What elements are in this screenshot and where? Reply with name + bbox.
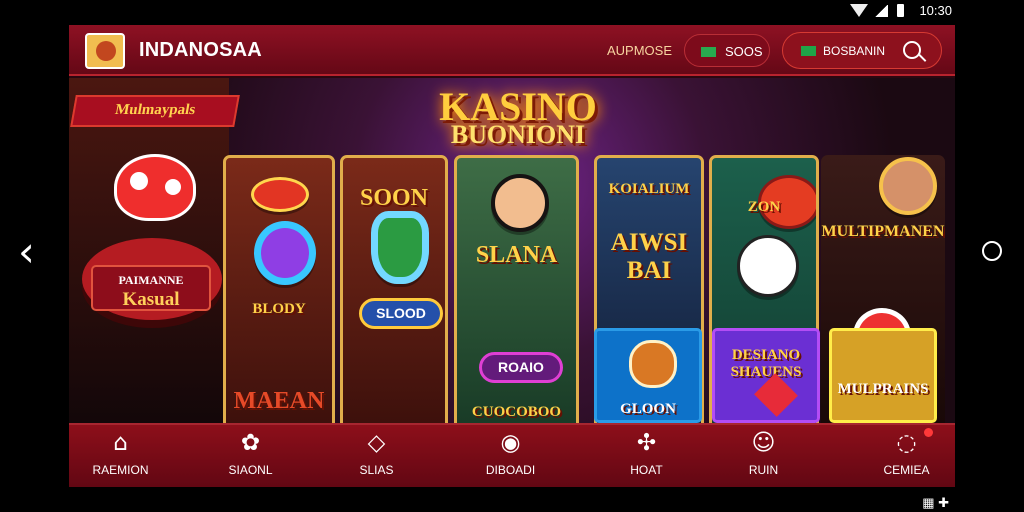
slot-reel-soon[interactable]: SOON SLOOD: [340, 155, 448, 423]
coin-balance-button[interactable]: SOOS: [684, 34, 770, 67]
nav-item-home[interactable]: ⌂ RAEMION: [73, 431, 168, 485]
nav-item-download[interactable]: ◉ DIBOADI: [463, 431, 558, 485]
battery-icon: [897, 4, 904, 17]
system-status-bar: 10:30: [0, 0, 1024, 22]
notification-badge: [924, 428, 933, 437]
app-logo-icon[interactable]: [85, 33, 125, 69]
status-time: 10:30: [919, 3, 952, 18]
dice-ball-icon: [737, 235, 799, 297]
casual-game-sign[interactable]: PAIMANNE Kasual: [91, 265, 211, 311]
flower-icon: ✿: [240, 430, 261, 456]
nav-item-social[interactable]: ✿ SIAONL: [203, 431, 298, 485]
search-icon: [903, 41, 921, 59]
phone-screen: 10:30 ‹ INDANOSAA AUPMOSE SOOS BOSBANIN …: [0, 0, 1024, 512]
letter-j-icon: [371, 211, 429, 284]
letter-q-icon: [254, 221, 316, 285]
nav-item-hot[interactable]: ✣ HOAT: [599, 431, 694, 485]
back-chevron-icon[interactable]: ‹: [18, 231, 56, 273]
nav-item-run[interactable]: ☺ RUIN: [716, 431, 811, 485]
smile-icon: ☺: [751, 430, 776, 456]
app-header: INDANOSAA AUPMOSE SOOS BOSBANIN: [69, 25, 955, 76]
signal-icon: [874, 5, 888, 17]
nav-item-center[interactable]: ◌ CEMIEA: [859, 428, 954, 485]
circle-icon: ◌: [896, 430, 917, 456]
multipraines-slot-tile[interactable]: MULPRAINS: [829, 328, 937, 423]
nav-item-slots[interactable]: ◇ SLIAS: [329, 431, 424, 485]
home-circle-icon[interactable]: [982, 241, 1002, 261]
app-title: INDANOSAA: [139, 39, 262, 61]
bottom-navigation: ⌂ RAEMION ✿ SIAONL ◇ SLIAS ◉ DIBOADI ✣ HOAT ☺…: [69, 423, 955, 487]
slot-reel-blody[interactable]: BLODY MAEAN: [223, 155, 335, 423]
slot-reel-slana[interactable]: SLANA ROAIO CUOCOBOO: [454, 155, 579, 423]
search-button[interactable]: BOSBANIN: [782, 32, 942, 69]
flag-icon: [801, 46, 816, 56]
system-navigation-icons[interactable]: ▦ ✚: [922, 495, 949, 511]
hearts-slot-tile[interactable]: DESIANO SHAUENS: [712, 328, 820, 423]
casino-game-lobby: Mulmaypals PAIMANNE Kasual KASINO BUONIONI…: [69, 78, 955, 423]
dog-slot-tile[interactable]: GLOON: [594, 328, 702, 423]
header-link[interactable]: AUPMOSE: [607, 43, 672, 58]
mushroom-icon: [114, 154, 196, 221]
promo-ribbon[interactable]: Mulmaypals: [70, 95, 240, 127]
home-icon: ⌂: [113, 430, 128, 456]
dog-icon: [629, 340, 677, 388]
casino-room-background: [69, 78, 229, 423]
player-avatar-icon: [491, 174, 549, 232]
wifi-icon: [850, 4, 868, 17]
location-icon: ◉: [500, 430, 521, 456]
player-avatar-icon: [879, 157, 937, 215]
sparkle-icon: ✣: [636, 430, 657, 456]
coin-icon: [701, 47, 716, 57]
diamond-icon: ◇: [367, 430, 386, 456]
casino-app-window: INDANOSAA AUPMOSE SOOS BOSBANIN Mulmaypa…: [69, 25, 955, 487]
search-label: BOSBANIN: [823, 44, 886, 58]
mushroom-icon: [251, 177, 309, 212]
